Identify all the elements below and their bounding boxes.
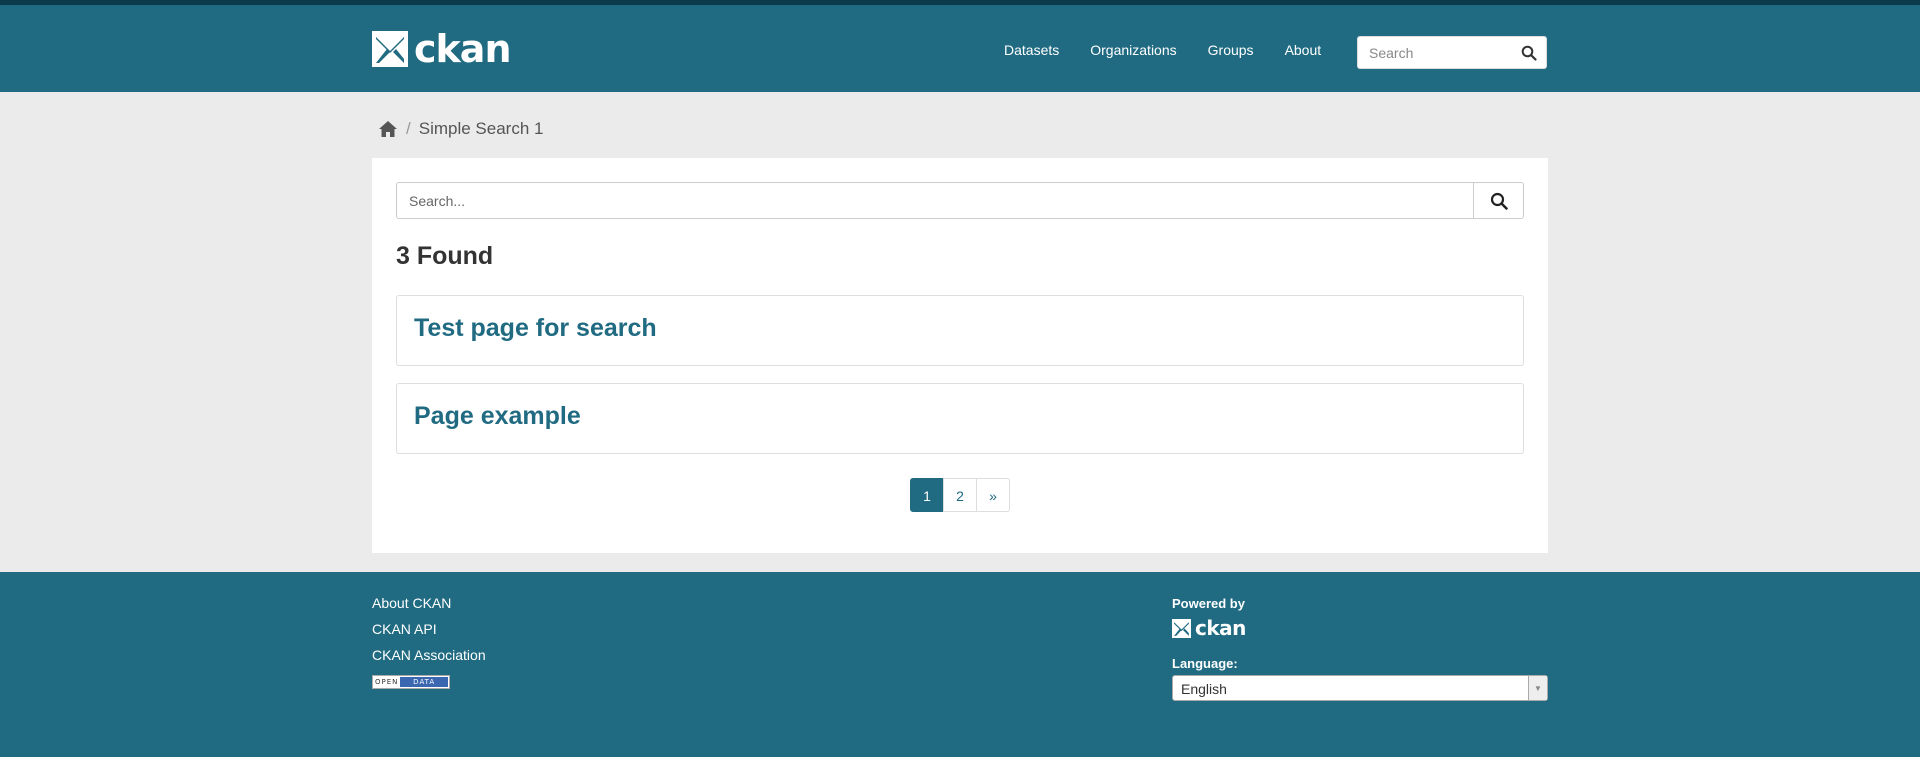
ckan-logo-icon <box>1172 618 1191 638</box>
search-icon <box>1490 192 1508 210</box>
nav-datasets[interactable]: Datasets <box>1004 42 1059 58</box>
search-input[interactable] <box>396 182 1474 219</box>
nav-groups[interactable]: Groups <box>1208 42 1254 58</box>
search-form <box>396 182 1524 219</box>
search-icon[interactable] <box>1521 45 1537 61</box>
powered-by-label: Powered by <box>1172 596 1245 611</box>
chevron-down-icon: ▼ <box>1528 676 1547 700</box>
page-2-button[interactable]: 2 <box>943 478 977 512</box>
main-content: 3 Found Test page for search Page exampl… <box>372 158 1548 553</box>
header-search <box>1357 36 1547 69</box>
masthead: ckan Datasets Organizations Groups About <box>0 5 1920 92</box>
header-search-input[interactable] <box>1358 37 1509 68</box>
language-label: Language: <box>1172 656 1238 671</box>
badge-right-text: DATA <box>400 677 448 687</box>
open-data-badge[interactable]: OPEN DATA <box>372 675 450 689</box>
nav-about[interactable]: About <box>1285 42 1322 58</box>
result-link[interactable]: Page example <box>414 402 581 431</box>
result-item: Page example <box>396 383 1524 454</box>
result-item: Test page for search <box>396 295 1524 366</box>
footer-logo-text: ckan <box>1195 616 1246 640</box>
page-1-button[interactable]: 1 <box>910 478 944 512</box>
breadcrumb: / Simple Search 1 <box>378 119 543 139</box>
pagination: 1 2 » <box>910 478 1010 512</box>
ckan-logo-icon <box>372 31 408 67</box>
results-count: 3 Found <box>396 242 494 270</box>
main-nav: Datasets Organizations Groups About <box>1004 42 1321 58</box>
ckan-logo[interactable]: ckan <box>372 27 511 71</box>
footer-link-about-ckan[interactable]: About CKAN <box>372 595 486 612</box>
home-icon[interactable] <box>378 120 398 138</box>
badge-left-text: OPEN <box>375 678 399 686</box>
next-page-button[interactable]: » <box>976 478 1010 512</box>
footer-link-ckan-association[interactable]: CKAN Association <box>372 647 486 664</box>
result-link[interactable]: Test page for search <box>414 314 657 343</box>
breadcrumb-current[interactable]: Simple Search 1 <box>419 119 544 139</box>
footer-links: About CKAN CKAN API CKAN Association <box>372 595 486 673</box>
logo-text: ckan <box>414 27 511 71</box>
nav-organizations[interactable]: Organizations <box>1090 42 1176 58</box>
breadcrumb-separator: / <box>406 119 411 138</box>
site-footer: About CKAN CKAN API CKAN Association OPE… <box>0 572 1920 757</box>
footer-ckan-logo[interactable]: ckan <box>1172 616 1246 640</box>
language-select[interactable]: English ▼ <box>1172 675 1548 701</box>
footer-link-ckan-api[interactable]: CKAN API <box>372 621 486 638</box>
search-button[interactable] <box>1473 182 1524 219</box>
language-selected-value: English <box>1181 681 1227 697</box>
